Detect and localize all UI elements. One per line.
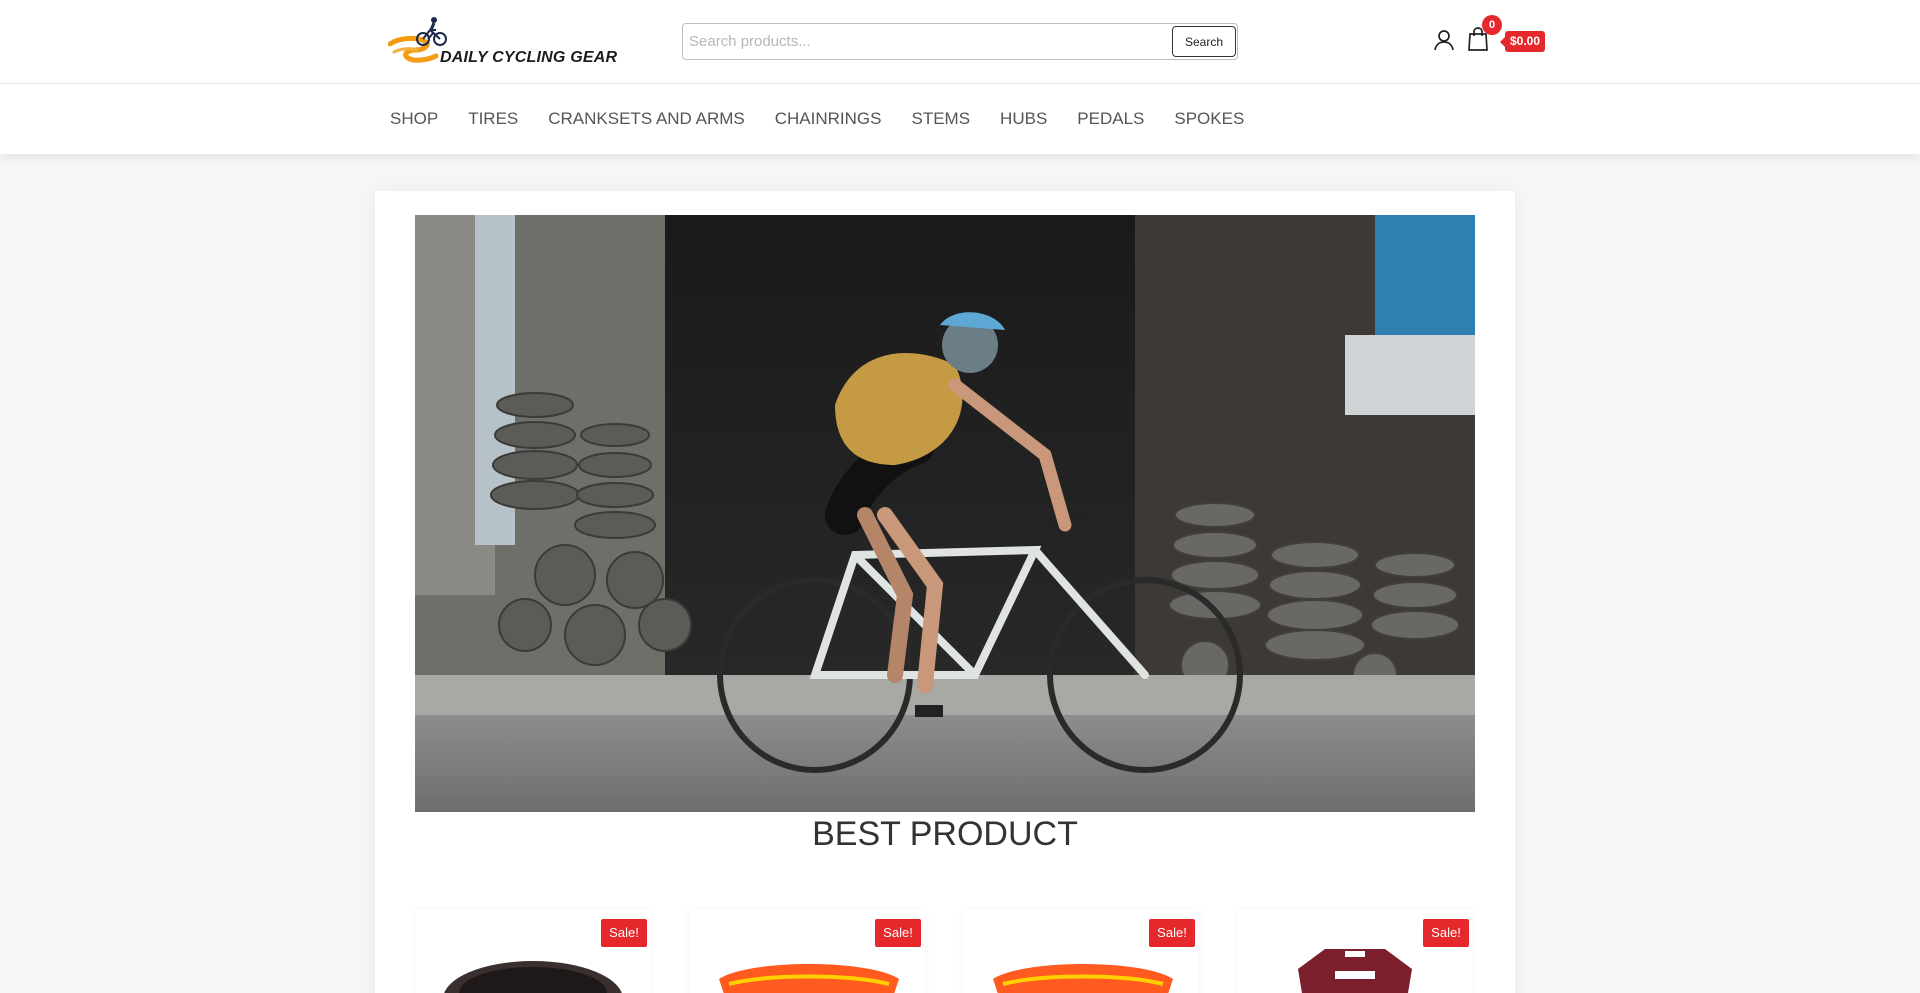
- logo-text: DAILY CYCLING GEAR: [440, 49, 618, 66]
- search-button[interactable]: Search: [1172, 26, 1236, 57]
- nav-item-shop[interactable]: SHOP: [390, 109, 438, 129]
- site-header: DAILY CYCLING GEAR Search 0 $0.00: [0, 0, 1920, 84]
- sunglasses-image: [993, 964, 1173, 993]
- search-box: Search: [682, 23, 1238, 60]
- search-input[interactable]: [689, 29, 1079, 54]
- cart-count-badge[interactable]: 0: [1482, 15, 1502, 35]
- product-card[interactable]: Sale!: [415, 909, 651, 993]
- section-title: BEST PRODUCT: [812, 815, 1078, 853]
- account-icon[interactable]: [1433, 29, 1455, 51]
- site-logo[interactable]: DAILY CYCLING GEAR: [387, 14, 618, 70]
- product-card[interactable]: Sale!: [963, 909, 1199, 993]
- jersey-image: [1298, 949, 1412, 993]
- cyclist-hero-image: [415, 215, 1475, 812]
- nav-item-cranksets-and-arms[interactable]: CRANKSETS AND ARMS: [548, 109, 745, 129]
- main-nav: SHOP TIRES CRANKSETS AND ARMS CHAINRINGS…: [0, 84, 1920, 154]
- product-grid: Sale! Sale! Sale! Sale!: [415, 909, 1475, 993]
- product-card[interactable]: Sale!: [689, 909, 925, 993]
- sunglasses-image: [719, 964, 899, 993]
- nav-item-chainrings[interactable]: CHAINRINGS: [775, 109, 882, 129]
- cart-total[interactable]: $0.00: [1500, 31, 1545, 52]
- nav-item-stems[interactable]: STEMS: [911, 109, 970, 129]
- nav-item-tires[interactable]: TIRES: [468, 109, 518, 129]
- hero-image: [415, 215, 1475, 812]
- nav-item-spokes[interactable]: SPOKES: [1174, 109, 1244, 129]
- nav-item-pedals[interactable]: PEDALS: [1077, 109, 1144, 129]
- headset-cap-image: [444, 961, 622, 993]
- product-card[interactable]: Sale!: [1237, 909, 1473, 993]
- content-card: BEST PRODUCT Sale! Sale! Sale! Sale!: [375, 191, 1515, 993]
- nav-item-hubs[interactable]: HUBS: [1000, 109, 1047, 129]
